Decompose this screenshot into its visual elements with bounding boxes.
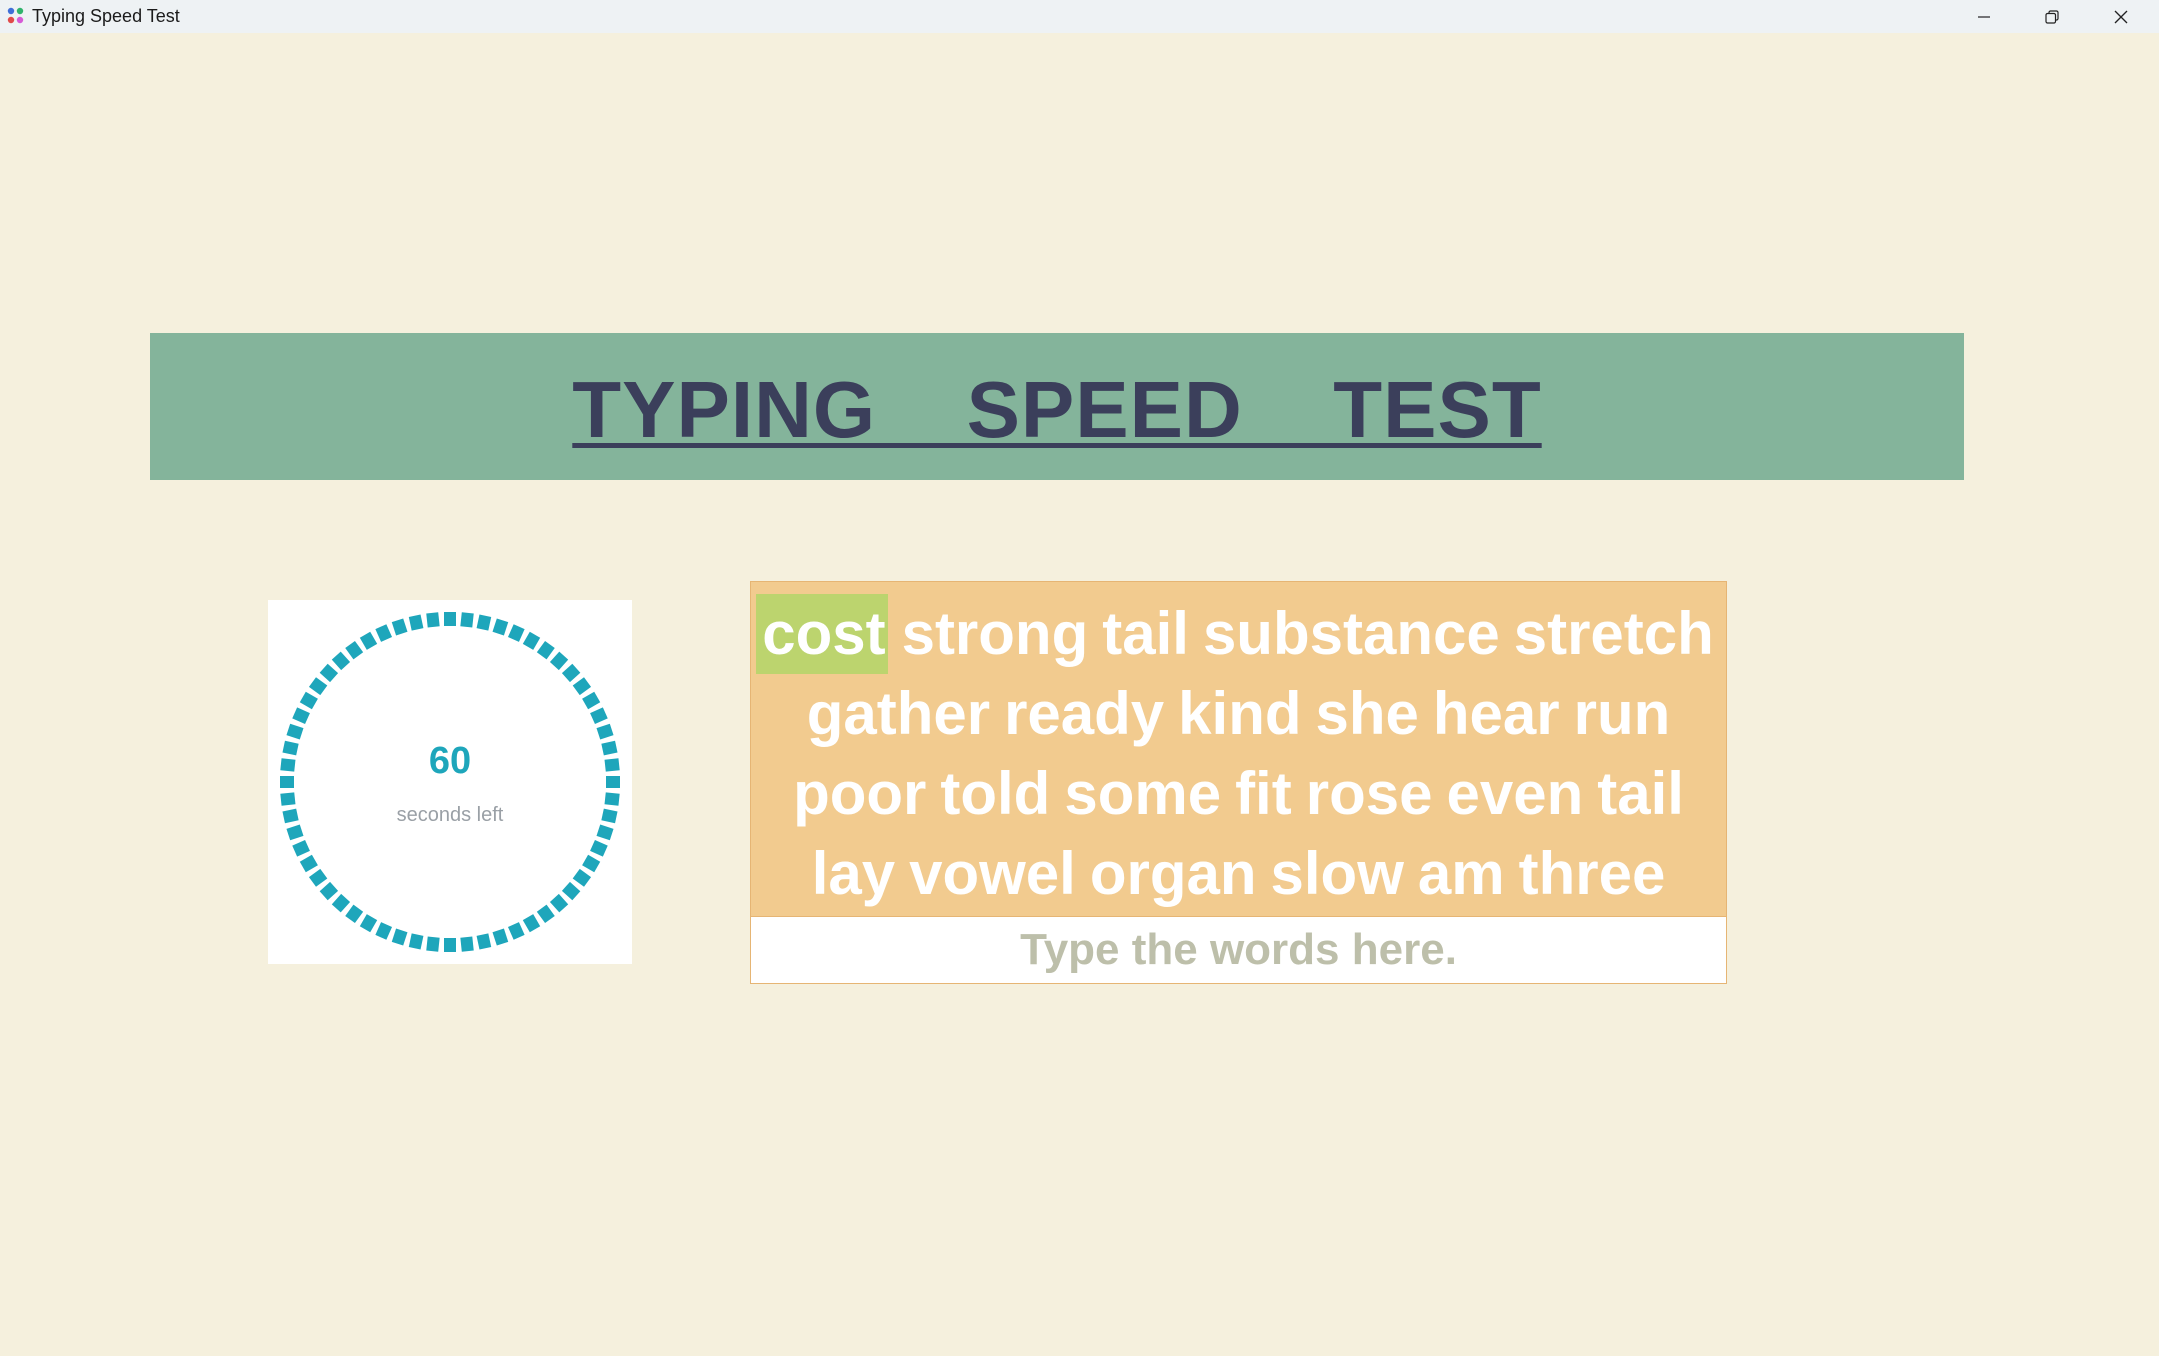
word: substance [1202, 600, 1500, 667]
timer-segment [561, 663, 581, 683]
timer-segment [299, 854, 318, 873]
page-title: TYPING SPEED TEST [572, 364, 1542, 454]
title-banner: TYPING SPEED TEST [150, 333, 1964, 480]
word-line: lay vowel organ slow am three [751, 834, 1726, 914]
word: tail [1102, 600, 1189, 667]
timer-segment [536, 640, 555, 660]
word: rose [1305, 760, 1433, 827]
app-icon [7, 7, 24, 24]
timer-segment [319, 663, 339, 683]
timer-segment [408, 933, 424, 950]
word: run [1573, 680, 1671, 747]
word: stretch [1513, 600, 1714, 667]
timer-segment [536, 904, 555, 924]
seconds-left-label: seconds left [396, 804, 504, 826]
timer-segment [359, 631, 378, 650]
timer-segment [331, 893, 351, 913]
timer-segment [522, 914, 541, 933]
window-title: Typing Speed Test [32, 6, 180, 26]
typing-input-container[interactable] [750, 917, 1727, 984]
timer-segment [308, 677, 328, 696]
timer-segment [549, 651, 569, 671]
window-titlebar: Typing Speed Test [0, 0, 2159, 33]
timer-segment [375, 624, 393, 642]
timer-segment [375, 922, 393, 940]
timer-segment [292, 839, 310, 857]
timer-segment [444, 612, 456, 626]
timer-segment [391, 928, 408, 946]
timer-segment [590, 839, 608, 857]
timer-segment [426, 612, 440, 628]
close-button[interactable] [2087, 0, 2155, 33]
timer-segment [492, 618, 509, 636]
timer-segment [460, 936, 474, 952]
word: even [1446, 760, 1584, 827]
word: fit [1235, 760, 1292, 827]
timer-segment [596, 723, 614, 740]
timer-segment [345, 904, 364, 924]
typing-input[interactable] [751, 917, 1726, 983]
timer-segment [507, 922, 525, 940]
timer-segment [582, 691, 601, 710]
word-prompt-box: cost strong tail substance stretch gather read… [750, 581, 1727, 917]
timer-segment [572, 868, 592, 887]
word-line: gather ready kind she hear run [751, 674, 1726, 754]
timer-segment [492, 928, 509, 946]
close-icon [2114, 10, 2128, 23]
timer-segment [319, 881, 339, 901]
timer-segment [582, 854, 601, 873]
word: she [1315, 680, 1419, 747]
word: ready [1004, 680, 1165, 747]
word: poor [793, 760, 927, 827]
restore-icon [2045, 9, 2059, 24]
timer-segment [522, 631, 541, 650]
timer-segment [572, 677, 592, 696]
word-line: cost strong tail substance stretch [751, 594, 1726, 674]
timer-segment [590, 707, 608, 725]
word: lay [811, 840, 896, 907]
timer-segment [476, 933, 492, 950]
timer-segment [292, 707, 310, 725]
word: told [940, 760, 1051, 827]
timer-segment [331, 651, 351, 671]
word: tail [1597, 760, 1684, 827]
current-word: cost [756, 594, 888, 674]
timer-segment [359, 914, 378, 933]
timer-segment [345, 640, 364, 660]
word: vowel [909, 840, 1076, 907]
timer-segment [308, 868, 328, 887]
timer-segment [561, 881, 581, 901]
timer-segment [460, 612, 474, 628]
timer-segment [476, 614, 492, 631]
timer-segment [444, 938, 456, 952]
timer-segment [286, 723, 304, 740]
word: organ [1089, 840, 1257, 907]
countdown-timer: 60 seconds left [268, 600, 632, 964]
restore-button[interactable] [2018, 0, 2086, 33]
timer-segment [507, 624, 525, 642]
timer-segment [549, 893, 569, 913]
word: three [1518, 840, 1666, 907]
word: slow [1270, 840, 1404, 907]
word: gather [806, 680, 991, 747]
timer-segment [391, 618, 408, 636]
seconds-remaining: 60 [428, 740, 472, 782]
word: strong [901, 600, 1089, 667]
minimize-button[interactable] [1950, 0, 2018, 33]
word: am [1417, 840, 1505, 907]
minimize-icon [1978, 15, 1990, 18]
timer-segment [426, 936, 440, 952]
word: hear [1432, 680, 1560, 747]
word: some [1064, 760, 1222, 827]
word-line: poor told some fit rose even tail [751, 754, 1726, 834]
timer-segment [408, 614, 424, 631]
timer-segment [299, 691, 318, 710]
word: kind [1178, 680, 1302, 747]
